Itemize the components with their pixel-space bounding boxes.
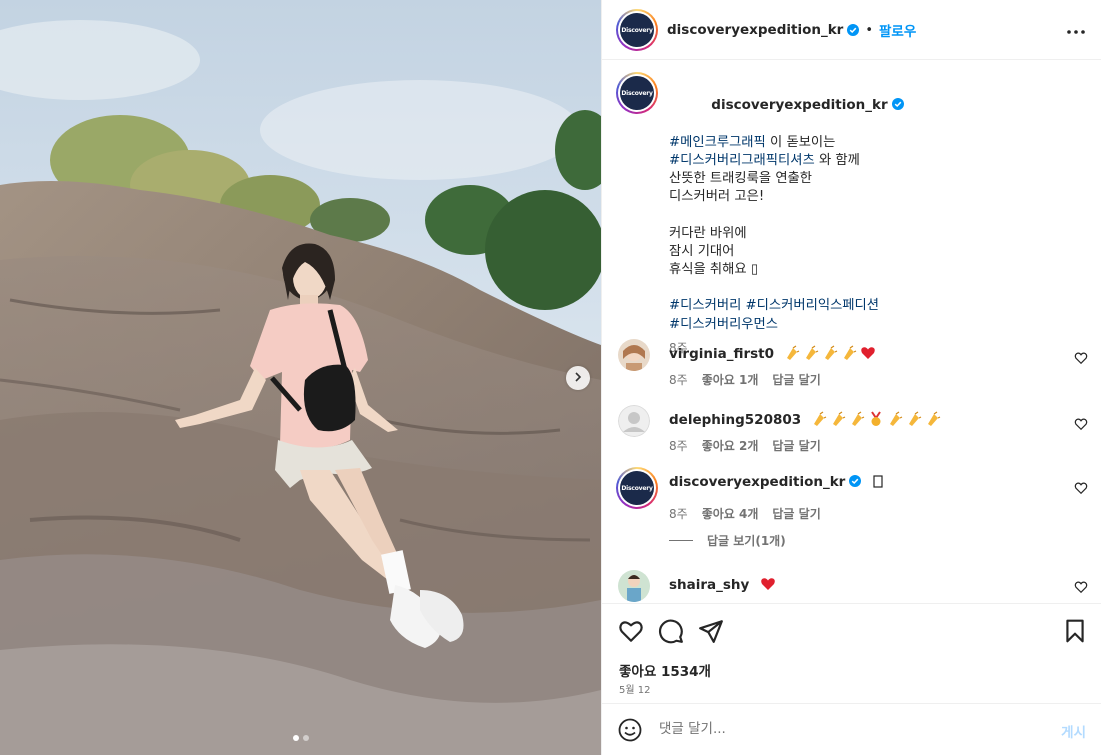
hashtag-link[interactable]: #메인크루그래픽 (669, 135, 766, 150)
reply-button[interactable]: 답글 달기 (772, 505, 820, 522)
comment-time[interactable]: 8주 (669, 505, 688, 522)
comment-emojis (760, 578, 779, 593)
clap-emoji-icon (833, 411, 846, 426)
caption-line: 산뜻한 트래킹룩을 연출한 (669, 171, 813, 187)
heart-emoji-icon (760, 578, 775, 590)
post-side-panel: Discovery discoveryexpedition_kr • 팔로우 D… (601, 0, 1101, 755)
post-header: Discovery discoveryexpedition_kr • 팔로우 (602, 0, 1101, 60)
verified-badge-icon (849, 475, 862, 487)
verified-badge-icon (847, 24, 860, 36)
medal-emoji-icon (871, 411, 882, 426)
carousel-dot (292, 735, 299, 741)
comment-emojis (870, 475, 889, 490)
hashtag-link[interactable]: #디스커버리 #디스커버리익스페디션 (669, 298, 879, 313)
hashtag-link[interactable]: #디스커버리우먼스 (669, 317, 778, 332)
bookmark-icon[interactable] (1062, 618, 1088, 644)
commenter-avatar[interactable] (618, 405, 650, 437)
caption-line: 디스커버러 고은! (669, 189, 765, 205)
clap-emoji-icon (787, 345, 800, 360)
reply-button[interactable]: 답글 달기 (772, 371, 820, 388)
commenter-avatar[interactable] (618, 339, 650, 371)
clap-emoji-icon (852, 411, 865, 426)
post-actions: 좋아요 1534개 5월 12 (602, 603, 1101, 703)
caption-line: 이 돋보이는 (765, 134, 836, 150)
commenter-avatar[interactable]: Discovery (616, 467, 658, 509)
chevron-right-icon (573, 371, 583, 386)
caption-line: 와 함께 (814, 152, 860, 168)
post-photo[interactable] (0, 0, 601, 755)
view-replies-button[interactable]: 답글 보기(1개) (669, 532, 786, 549)
caption-avatar[interactable]: Discovery (616, 72, 658, 114)
heart-icon[interactable] (618, 618, 644, 644)
hashtag-link[interactable]: #디스커버리그래픽티셔츠 (669, 153, 815, 168)
likes-count[interactable]: 좋아요 1534개 (619, 660, 711, 680)
add-comment-bar: 게시 (602, 703, 1101, 755)
comment-input[interactable] (659, 717, 1039, 741)
clap-emoji-icon (890, 411, 903, 426)
like-comment-icon[interactable] (1074, 481, 1088, 495)
commenter-avatar[interactable] (618, 570, 650, 602)
comment-username[interactable]: delephing520803 (669, 412, 801, 428)
comment-username[interactable]: shaira_shy (669, 577, 749, 593)
caption-text: discoveryexpedition_kr #메인크루그래픽 이 돋보이는 #… (669, 78, 1069, 357)
clap-emoji-icon (909, 411, 922, 426)
carousel-dots (0, 735, 601, 741)
smiley-icon[interactable] (618, 718, 642, 742)
caption-line (669, 279, 1069, 297)
more-options-button[interactable] (1064, 18, 1088, 42)
comment-username[interactable]: discoveryexpedition_kr (669, 474, 845, 490)
comment-likes[interactable]: 좋아요 4개 (702, 505, 759, 522)
comment-time[interactable]: 8주 (669, 437, 688, 454)
comment-likes[interactable]: 좋아요 1개 (702, 371, 759, 388)
avatar-logo-text: Discovery (620, 13, 654, 47)
next-photo-button[interactable] (566, 366, 590, 390)
header-separator: • (865, 22, 874, 38)
heart-emoji-icon (861, 347, 876, 359)
clap-emoji-icon (825, 345, 838, 360)
verified-badge-icon (891, 98, 904, 111)
caption-line (669, 206, 1069, 224)
clap-emoji-icon (806, 345, 819, 360)
comment-username[interactable]: virginia_first0 (669, 346, 774, 362)
like-comment-icon[interactable] (1074, 417, 1088, 431)
comment-likes[interactable]: 좋아요 2개 (702, 437, 759, 454)
more-horizontal-icon (1067, 23, 1085, 38)
comment-emojis (811, 411, 944, 428)
reply-button[interactable]: 답글 달기 (772, 437, 820, 454)
comment-time[interactable]: 8주 (669, 371, 688, 388)
avatar-logo-text: Discovery (620, 471, 654, 505)
carousel-dot (302, 735, 309, 741)
caption-line: 잠시 기대어 (669, 243, 735, 259)
author-avatar[interactable]: Discovery (616, 9, 658, 51)
clap-emoji-icon (928, 411, 941, 426)
like-comment-icon[interactable] (1074, 580, 1088, 594)
clap-emoji-icon (814, 411, 827, 426)
caption-line: 커다란 바위에 (669, 225, 747, 241)
comment-emojis (784, 345, 879, 362)
replies-divider (669, 540, 693, 541)
comment-icon[interactable] (658, 618, 684, 644)
view-replies-label: 답글 보기(1개) (707, 534, 786, 548)
caption-username[interactable]: discoveryexpedition_kr (711, 97, 887, 113)
post-date[interactable]: 5월 12 (619, 681, 650, 696)
photo-woman-on-rock (0, 0, 601, 755)
clap-emoji-icon (844, 345, 857, 360)
send-icon[interactable] (698, 618, 724, 644)
post-comment-button[interactable]: 게시 (1061, 721, 1086, 741)
missing-glyph-icon (872, 475, 883, 488)
caption-line: 휴식을 취해요 ▯ (669, 262, 759, 278)
follow-button[interactable]: 팔로우 (879, 20, 916, 40)
avatar-logo-text: Discovery (620, 76, 654, 110)
header-username[interactable]: discoveryexpedition_kr (667, 22, 843, 38)
comments-list[interactable]: Discovery discoveryexpedition_kr #메인크루그래… (602, 60, 1101, 603)
like-comment-icon[interactable] (1074, 351, 1088, 365)
